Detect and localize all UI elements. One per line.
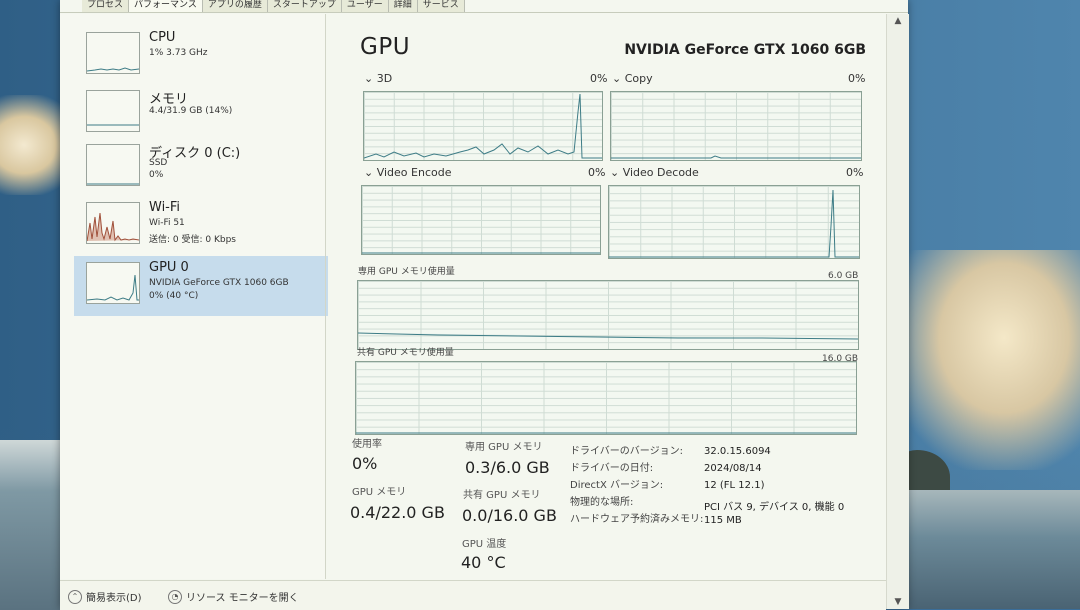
tab-users[interactable]: ユーザー	[341, 0, 389, 12]
resource-monitor-label: リソース モニターを開く	[186, 593, 299, 604]
gpu-memory-label: GPU メモリ	[352, 487, 407, 498]
engine-selector-video-decode[interactable]: ⌄ Video Decode	[610, 166, 699, 179]
graph-dedicated-memory	[357, 280, 859, 350]
engine-percent: 0%	[590, 72, 608, 85]
footer-bar: ⌃ 簡易表示(D) ◔ リソース モニターを開く	[60, 580, 886, 610]
tab-startup[interactable]: スタートアップ	[267, 0, 342, 12]
vertical-scrollbar[interactable]: ▲ ▼	[886, 14, 909, 609]
device-name: Wi-Fi	[149, 200, 181, 215]
info-value: 12 (FL 12.1)	[704, 480, 765, 491]
shared-memory-stat-label: 共有 GPU メモリ	[463, 490, 541, 501]
gpu-model-name: NVIDIA GeForce GTX 1060 6GB	[624, 42, 866, 58]
device-sidebar: CPU 1% 3.73 GHz メモリ 4.4/31.9 GB (14%) ディ…	[60, 14, 328, 579]
fewer-details-label: 簡易表示(D)	[86, 593, 142, 604]
cpu-thumbnail-graph	[86, 32, 140, 74]
graph-shared-memory	[355, 361, 857, 435]
sidebar-item-wifi[interactable]: Wi-Fi Wi-Fi 51 送信: 0 受信: 0 Kbps	[74, 196, 328, 256]
wallpaper-cloud	[890, 250, 1080, 470]
task-manager-window: プロセス パフォーマンス アプリの履歴 スタートアップ ユーザー 詳細 サービス…	[60, 0, 909, 610]
tab-app-history[interactable]: アプリの履歴	[202, 0, 268, 12]
info-value: PCI バス 9, デバイス 0, 機能 0	[704, 502, 845, 513]
sidebar-item-disk[interactable]: ディスク 0 (C:) SSD 0%	[74, 138, 328, 198]
shared-memory-label: 共有 GPU メモリ使用量	[357, 348, 454, 358]
info-key: ドライバーのバージョン:	[570, 446, 683, 457]
page-title: GPU	[360, 34, 411, 60]
fewer-details-button[interactable]: ⌃ 簡易表示(D)	[68, 589, 142, 604]
dedicated-memory-stat-label: 専用 GPU メモリ	[465, 442, 543, 453]
dedicated-memory-stat-value: 0.3/6.0 GB	[465, 458, 550, 477]
engine-percent: 0%	[846, 166, 864, 179]
device-detail: NVIDIA GeForce GTX 1060 6GB	[149, 278, 289, 288]
graph-video-decode	[608, 185, 860, 259]
wifi-thumbnail-graph	[86, 202, 140, 244]
graph-copy	[610, 91, 862, 161]
engine-selector-video-encode[interactable]: ⌄ Video Encode	[364, 166, 451, 179]
resource-monitor-link[interactable]: ◔ リソース モニターを開く	[168, 589, 299, 604]
engine-percent: 0%	[848, 72, 866, 85]
gpu-temperature-label: GPU 温度	[462, 539, 507, 550]
tab-processes[interactable]: プロセス	[82, 0, 130, 12]
device-name: CPU	[149, 30, 176, 45]
info-value: 2024/08/14	[704, 463, 762, 474]
gpu-temperature-value: 40 °C	[461, 553, 506, 572]
device-detail: SSD	[149, 158, 168, 168]
utilization-label: 使用率	[352, 439, 382, 450]
tab-performance[interactable]: パフォーマンス	[129, 0, 203, 12]
engine-name: Video Decode	[622, 166, 699, 179]
wallpaper-sea	[890, 490, 1080, 609]
engine-selector-copy[interactable]: ⌄ Copy	[612, 72, 653, 85]
gpu-detail-panel: GPU NVIDIA GeForce GTX 1060 6GB ⌄ 3D 0% …	[326, 14, 886, 579]
info-key: ハードウェア予約済みメモリ:	[570, 514, 704, 525]
disk-thumbnail-graph	[86, 144, 140, 186]
engine-selector-3d[interactable]: ⌄ 3D	[364, 72, 392, 85]
engine-name: Copy	[624, 72, 653, 85]
device-detail: 送信: 0 受信: 0 Kbps	[149, 235, 236, 245]
info-key: ドライバーの日付:	[570, 463, 654, 474]
memory-thumbnail-graph	[86, 90, 140, 132]
chevron-up-icon: ⌃	[68, 589, 82, 604]
engine-name: 3D	[376, 72, 393, 85]
device-name: GPU 0	[149, 260, 189, 275]
gpu-memory-value: 0.4/22.0 GB	[350, 503, 445, 522]
device-detail: 1% 3.73 GHz	[149, 48, 208, 58]
tab-bar: プロセス パフォーマンス アプリの履歴 スタートアップ ユーザー 詳細 サービス	[82, 0, 465, 12]
shared-memory-stat-value: 0.0/16.0 GB	[462, 506, 557, 525]
info-key: 物理的な場所:	[570, 497, 634, 508]
scroll-up-icon[interactable]: ▲	[887, 14, 909, 28]
tab-services[interactable]: サービス	[417, 0, 465, 12]
utilization-value: 0%	[352, 454, 378, 473]
scroll-down-icon[interactable]: ▼	[887, 595, 909, 609]
device-detail: 4.4/31.9 GB (14%)	[149, 106, 233, 116]
sidebar-item-cpu[interactable]: CPU 1% 3.73 GHz	[74, 26, 328, 86]
graph-3d	[363, 91, 603, 161]
sidebar-item-memory[interactable]: メモリ 4.4/31.9 GB (14%)	[74, 84, 328, 144]
tab-divider	[60, 12, 908, 13]
engine-name: Video Encode	[376, 166, 452, 179]
device-detail: 0%	[149, 170, 164, 180]
info-value: 32.0.15.6094	[704, 446, 771, 457]
graph-video-encode	[361, 185, 601, 255]
info-value: 115 MB	[704, 515, 742, 526]
device-detail: 0% (40 °C)	[149, 291, 199, 301]
gpu-thumbnail-graph	[86, 262, 140, 304]
sidebar-item-gpu0[interactable]: GPU 0 NVIDIA GeForce GTX 1060 6GB 0% (40…	[74, 256, 328, 316]
info-key: DirectX バージョン:	[570, 480, 664, 491]
device-detail: Wi-Fi 51	[149, 218, 185, 228]
device-name: メモリ	[149, 92, 189, 107]
tab-details[interactable]: 詳細	[388, 0, 418, 12]
resource-monitor-icon: ◔	[168, 589, 182, 604]
dedicated-memory-label: 専用 GPU メモリ使用量	[358, 267, 455, 277]
engine-percent: 0%	[588, 166, 606, 179]
